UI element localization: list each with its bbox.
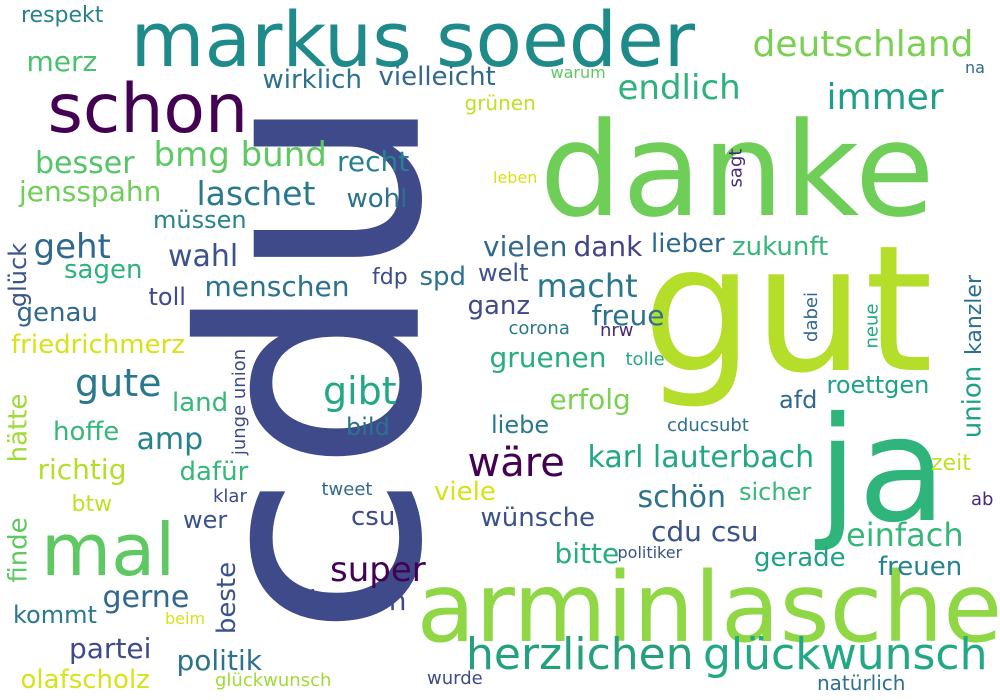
cloud-word: roettgen [826, 371, 930, 399]
cloud-word: finde [3, 517, 34, 583]
cloud-word: super [330, 550, 426, 590]
cloud-word: vielleicht [378, 62, 496, 92]
cloud-word: wahl [168, 239, 239, 274]
cloud-word: ab [971, 489, 994, 510]
cloud-word: welt [478, 259, 529, 287]
cloud-word: toll [148, 283, 186, 311]
cloud-word: fdp [372, 265, 408, 290]
cloud-word: merz [26, 45, 98, 78]
cloud-word: kanzler [962, 274, 988, 356]
cloud-word: zeit [931, 451, 971, 476]
cloud-word: dabei [800, 292, 822, 342]
cloud-word: afd [779, 386, 818, 414]
cloud-word: klar [213, 486, 247, 507]
cloud-word: kommt [13, 601, 97, 629]
cloud-word: mal [41, 508, 176, 592]
cloud-word: spd [419, 262, 467, 292]
cloud-word: wurde [427, 668, 483, 689]
cloud-word: sagt [724, 148, 746, 188]
cloud-word: schön [637, 480, 727, 515]
word-cloud: cdu danke gut markus soeder ja arminlaschet sc… [0, 0, 1000, 700]
cloud-word: warum [550, 63, 606, 82]
cloud-word: cdu csu [651, 515, 759, 548]
cloud-word: herzlichen [466, 629, 694, 680]
cloud-word: wünsche [480, 503, 596, 533]
cloud-word: liebe [491, 411, 550, 439]
cloud-word: land [172, 388, 229, 418]
cloud-word: friedrichmerz [11, 330, 185, 360]
cloud-word: hoffe [53, 417, 120, 447]
cloud-word: bitte [554, 537, 620, 570]
cloud-word: hätte [2, 393, 33, 463]
cloud-word: wer [183, 506, 228, 534]
cloud-word: na [965, 58, 985, 77]
cloud-word: deutschland [752, 24, 974, 65]
cloud-word: neue [860, 303, 882, 349]
cloud-word: wirklich [262, 65, 362, 95]
cloud-word: wohl [346, 184, 408, 214]
cloud-word: sicher [739, 478, 812, 506]
cloud-word: lieber [651, 229, 725, 259]
cloud-word: csu [351, 502, 396, 532]
cloud-word: partei [69, 632, 152, 665]
cloud-word: freuen [878, 552, 963, 582]
cloud-word: vielen [483, 230, 568, 263]
cloud-word: glückwunsch [215, 670, 332, 691]
cloud-word: zukunft [732, 232, 829, 262]
cloud-word: endlich [617, 68, 741, 108]
cloud-word: cducsubt [667, 415, 749, 436]
cloud-word: gibt [323, 369, 397, 413]
cloud-word: tolle [625, 349, 665, 370]
cloud-word: recht [337, 145, 410, 178]
cloud-word: union [956, 365, 987, 439]
cloud-word: ganz [467, 291, 531, 321]
cloud-word: amp [136, 422, 204, 457]
cloud-word: gerade [754, 543, 846, 573]
cloud-word: respekt [21, 3, 104, 28]
cloud-word: immer [826, 77, 944, 118]
cloud-word: erfolg [549, 383, 631, 416]
cloud-word: corona [508, 318, 570, 339]
cloud-word: richtig [37, 453, 127, 486]
cloud-word: grünen [464, 91, 536, 115]
cloud-word: leben [493, 168, 538, 187]
cloud-word: sagen [64, 255, 143, 285]
cloud-word: viele [434, 477, 496, 507]
cloud-word: bmg bund [153, 135, 327, 175]
cloud-word: bayern [309, 584, 407, 617]
cloud-word: gute [75, 361, 162, 405]
cloud-word: karl lauterbach [587, 440, 815, 475]
cloud-word: btw [71, 492, 113, 517]
cloud-word: politiker [617, 543, 683, 562]
cloud-word: macht [536, 267, 638, 305]
cloud-word: menschen [204, 270, 350, 303]
cloud-word: schon [47, 70, 249, 149]
cloud-word: müssen [153, 206, 247, 234]
cloud-word: beste [212, 561, 243, 635]
cloud-word: tweet [321, 479, 373, 500]
cloud-word: dank [573, 230, 643, 263]
cloud-word: olafscholz [20, 665, 150, 695]
cloud-word: genau [16, 298, 98, 328]
cloud-word: jensspahn [19, 175, 162, 208]
cloud-word: nrw [600, 320, 634, 341]
cloud-word: dafür [179, 457, 249, 487]
cloud-word: beim [165, 609, 206, 628]
cloud-word: junge union [229, 348, 251, 456]
cloud-word: einfach [846, 516, 964, 554]
cloud-word: bild [346, 413, 390, 441]
cloud-word: gruenen [489, 341, 607, 374]
cloud-word: natürlich [817, 671, 906, 695]
cloud-word: laschet [196, 173, 316, 213]
